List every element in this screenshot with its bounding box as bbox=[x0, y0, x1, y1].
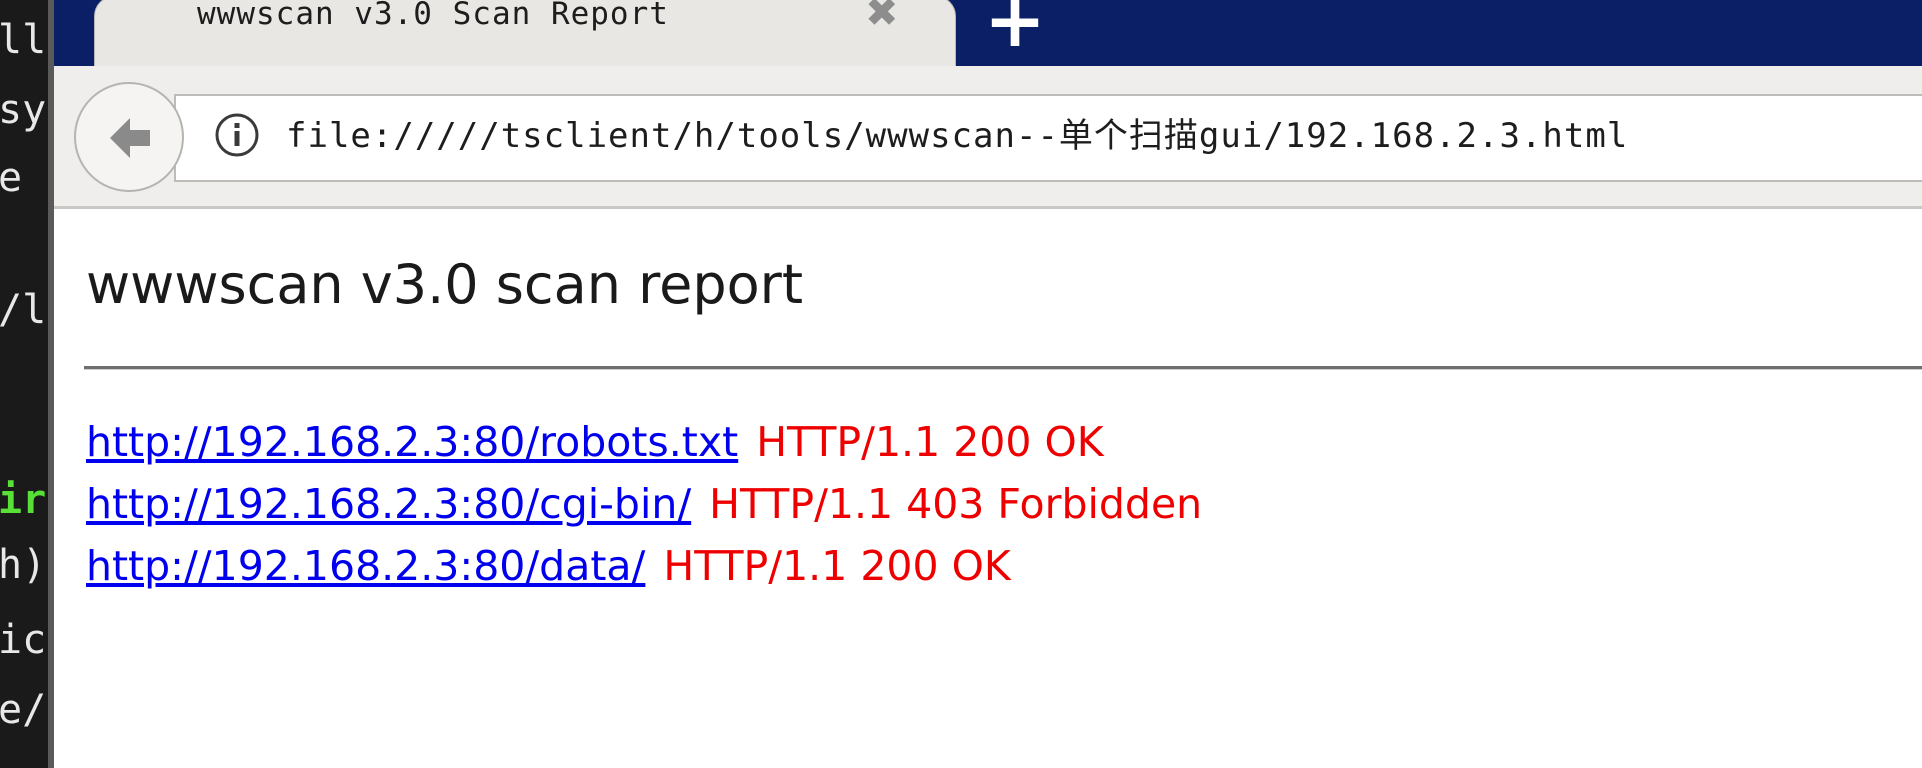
back-arrow-icon bbox=[110, 118, 150, 158]
terminal-line: sy bbox=[0, 87, 47, 133]
page-content: wwwscan v3.0 scan report http://192.168.… bbox=[54, 209, 1922, 768]
terminal-line: /l bbox=[0, 287, 47, 333]
result-status: HTTP/1.1 200 OK bbox=[663, 542, 1011, 590]
back-button[interactable] bbox=[74, 82, 184, 192]
result-status: HTTP/1.1 403 Forbidden bbox=[709, 480, 1203, 528]
result-row: http://192.168.2.3:80/robots.txt HTTP/1.1… bbox=[86, 411, 1202, 473]
result-row: http://192.168.2.3:80/data/HTTP/1.1 200 … bbox=[86, 535, 1202, 597]
new-tab-icon[interactable]: + bbox=[984, 0, 1046, 58]
site-info-icon[interactable] bbox=[214, 112, 260, 158]
tab-strip: wwwscan v3.0 Scan Report ✖ + bbox=[54, 0, 1922, 67]
terminal-line: ll bbox=[0, 17, 47, 63]
terminal-line: ic bbox=[0, 617, 47, 663]
result-link[interactable]: http://192.168.2.3:80/cgi-bin/ bbox=[86, 480, 691, 528]
terminal-line: ir bbox=[0, 477, 47, 523]
terminal-line: e bbox=[0, 155, 23, 201]
scan-results-list: http://192.168.2.3:80/robots.txt HTTP/1.1… bbox=[86, 411, 1202, 597]
horizontal-rule bbox=[84, 366, 1922, 370]
result-link[interactable]: http://192.168.2.3:80/robots.txt bbox=[86, 418, 738, 466]
result-row: http://192.168.2.3:80/cgi-bin/HTTP/1.1 4… bbox=[86, 473, 1202, 535]
background-terminal-window: ll sy e /l ir h) ic e/ bbox=[0, 0, 48, 768]
result-status: HTTP/1.1 200 OK bbox=[756, 418, 1104, 466]
terminal-line: e/ bbox=[0, 687, 47, 733]
navigation-bar: file://///tsclient/h/tools/wwwscan--单个扫描… bbox=[54, 66, 1922, 209]
terminal-line: h) bbox=[0, 542, 47, 588]
url-text[interactable]: file://///tsclient/h/tools/wwwscan--单个扫描… bbox=[286, 116, 1628, 156]
page-title: wwwscan v3.0 scan report bbox=[86, 253, 804, 316]
tab-wwwscan-report[interactable]: wwwscan v3.0 Scan Report ✖ bbox=[94, 0, 956, 67]
tab-title: wwwscan v3.0 Scan Report bbox=[197, 0, 669, 32]
close-tab-icon[interactable]: ✖ bbox=[865, 0, 899, 33]
result-link[interactable]: http://192.168.2.3:80/data/ bbox=[86, 542, 645, 590]
